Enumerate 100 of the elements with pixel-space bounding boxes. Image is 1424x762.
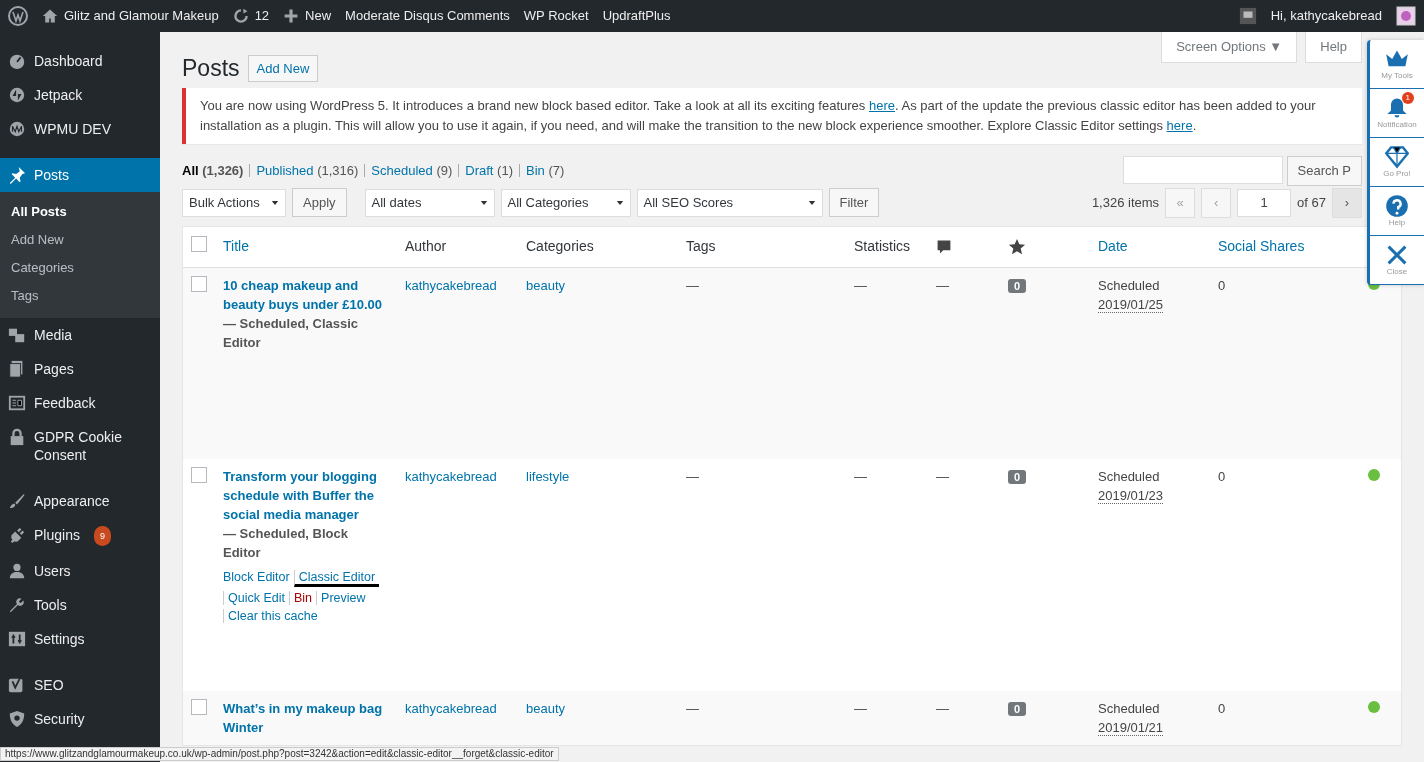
updates-link[interactable]: 12	[232, 6, 270, 26]
column-header[interactable]: Date	[1098, 238, 1128, 255]
admin-bar-link[interactable]: UpdraftPlus	[602, 6, 671, 26]
wrench-icon	[8, 596, 26, 614]
column-header[interactable]: Title	[223, 238, 249, 255]
page-title: Posts	[182, 54, 240, 83]
sidebar-menu-item[interactable]: WPMU DEV	[0, 112, 160, 146]
table-cell: —	[686, 701, 699, 717]
sidebar-menu-item[interactable]: Media	[0, 318, 160, 352]
notice-link[interactable]: here	[1166, 118, 1193, 134]
sidebar-menu-item[interactable]: Feedback	[0, 386, 160, 420]
screen-tab-button[interactable]: Screen Options ▼	[1161, 32, 1298, 63]
row-action-link[interactable]: Classic Editor	[293, 570, 380, 588]
add-new-button[interactable]: Add New	[247, 54, 319, 83]
sidebar-menu-item[interactable]: Users	[0, 554, 160, 588]
post-title-link[interactable]: What’s in my makeup bag Winter	[223, 699, 389, 738]
avatar-icon[interactable]	[1396, 6, 1416, 26]
dropdown-select[interactable]: All SEO Scores	[636, 188, 823, 217]
row-checkbox[interactable]	[191, 275, 207, 292]
category-link[interactable]: beauty	[526, 701, 566, 717]
view-filter-link[interactable]: Published (1,316)	[249, 164, 365, 178]
admin-bar-link[interactable]: Moderate Disqus Comments	[345, 6, 510, 26]
column-header[interactable]: Social Shares	[1218, 238, 1305, 255]
close-icon	[1385, 243, 1409, 267]
admin-bar-link[interactable]: WP Rocket	[523, 6, 589, 26]
jetpack-icon	[8, 86, 26, 104]
view-filter-link[interactable]: All (1,326)	[182, 164, 250, 178]
dropdown-select[interactable]: All dates	[364, 188, 495, 217]
search-button[interactable]: Search P	[1286, 156, 1362, 186]
next-page-button[interactable]: ›	[1332, 187, 1362, 218]
row-checkbox[interactable]	[191, 467, 207, 484]
view-filter-link[interactable]: Draft (1)	[458, 164, 519, 178]
column-header: Author	[405, 238, 447, 255]
post-title-link[interactable]: Transform your blogging schedule with Buffer the social media manager	[223, 467, 389, 525]
table-cell: —	[854, 469, 867, 485]
refresh-icon	[232, 8, 249, 24]
home-icon	[42, 8, 58, 24]
dropdown-select[interactable]: Bulk Actions	[182, 188, 286, 217]
author-link[interactable]: kathycakebread	[405, 701, 497, 717]
table-cell: —	[854, 701, 867, 717]
sidebar-menu-item[interactable]: Pages	[0, 352, 160, 386]
table-cell: 0	[1218, 277, 1226, 293]
tool-panel-button[interactable]: Notification 1	[1370, 89, 1424, 138]
sidebar-menu-item[interactable]: GDPR Cookie Consent	[0, 420, 160, 472]
sidebar-menu-item[interactable]: Dashboard	[0, 44, 160, 78]
category-link[interactable]: beauty	[526, 277, 566, 293]
table-cell: —	[854, 277, 867, 293]
wordpress-logo-icon[interactable]	[8, 6, 28, 26]
new-content-link[interactable]: New	[283, 6, 332, 26]
post-title-link[interactable]: 10 cheap makeup and beauty buys under £10.00	[223, 275, 389, 314]
caret-icon	[479, 198, 488, 207]
settings-icon	[8, 630, 26, 648]
filter-button[interactable]: Filter	[828, 187, 880, 218]
sidebar-menu-item[interactable]: Settings	[0, 622, 160, 656]
table-cell: —	[936, 701, 949, 717]
post-title-text: Transform your blogging schedule with Buffer the social media manager — Scheduled, Block Editor	[223, 467, 389, 563]
row-action-link[interactable]: Bin	[288, 591, 317, 606]
sidebar-menu-item[interactable]: Plugins 9	[0, 518, 160, 554]
row-action-link[interactable]: Preview	[316, 591, 370, 606]
sidebar-menu-item[interactable]: Tools	[0, 588, 160, 622]
notice-text: You are now using WordPress 5. It introduces a brand new block based editor. Take a look at all its exciting features here. As part of the update the previous classic editor has been added to your installation as a plugin. This will allow you to use it again, if you need, and will make the transition to the new block experience smoother. Explore Classic Editor settings here.	[200, 97, 1317, 136]
screen-tab-button[interactable]: Help	[1305, 32, 1362, 63]
select-all-checkbox[interactable]	[191, 235, 207, 252]
user-greeting-link[interactable]: Hi, kathycakebread	[1270, 6, 1382, 26]
author-link[interactable]: kathycakebread	[405, 469, 497, 485]
column-header: Tags	[686, 238, 716, 255]
apply-button[interactable]: Apply	[292, 187, 347, 218]
circle-logo-icon	[8, 120, 26, 138]
row-checkbox[interactable]	[191, 699, 207, 716]
submenu-item[interactable]: Tags	[0, 282, 160, 310]
submenu-item[interactable]: All Posts	[0, 198, 160, 226]
sidebar-menu-item[interactable]: Posts	[0, 158, 160, 192]
sidebar-menu-item[interactable]: Appearance	[0, 484, 160, 518]
caret-icon	[271, 198, 279, 207]
items-count: 1,326 items	[1091, 193, 1160, 212]
update-count-badge: 9	[93, 526, 111, 546]
sidebar-menu-item[interactable]: Security	[0, 702, 160, 736]
row-action-link[interactable]: Clear this cache	[223, 609, 322, 624]
notice-link[interactable]: here	[868, 98, 895, 114]
date-status: Scheduled	[1098, 276, 1161, 295]
row-action-link[interactable]: Quick Edit	[223, 591, 289, 606]
page-number-field[interactable]: 1	[1237, 188, 1292, 217]
table-cell: 0	[1218, 701, 1226, 717]
dropdown-select[interactable]: All Categories	[500, 188, 631, 217]
sidebar-menu-item[interactable]: SEO	[0, 668, 160, 702]
site-name-link[interactable]: Glitz and Glamour Makeup	[42, 6, 219, 26]
date-value: 2019/01/23	[1098, 488, 1164, 505]
view-filter-link[interactable]: Bin (7)	[519, 164, 571, 178]
status-bar-url: https://www.glitzandglamourmakeup.co.uk/wp-admin/post.php?post=3242&action=edit&classic-editor__forget&classic-editor	[0, 747, 559, 761]
help-icon	[1385, 194, 1409, 218]
monitor-icon[interactable]	[1238, 7, 1257, 25]
page-total: of 67	[1297, 193, 1326, 212]
row-action-link[interactable]: Block Editor	[223, 570, 294, 588]
submenu-item[interactable]: Add New	[0, 226, 160, 254]
category-link[interactable]: lifestyle	[526, 469, 570, 485]
view-filter-link[interactable]: Scheduled (9)	[364, 164, 459, 178]
search-field[interactable]	[1122, 156, 1283, 185]
submenu-item[interactable]: Categories	[0, 254, 160, 282]
author-link[interactable]: kathycakebread	[405, 277, 497, 293]
sidebar-menu-item[interactable]: Jetpack	[0, 78, 160, 112]
